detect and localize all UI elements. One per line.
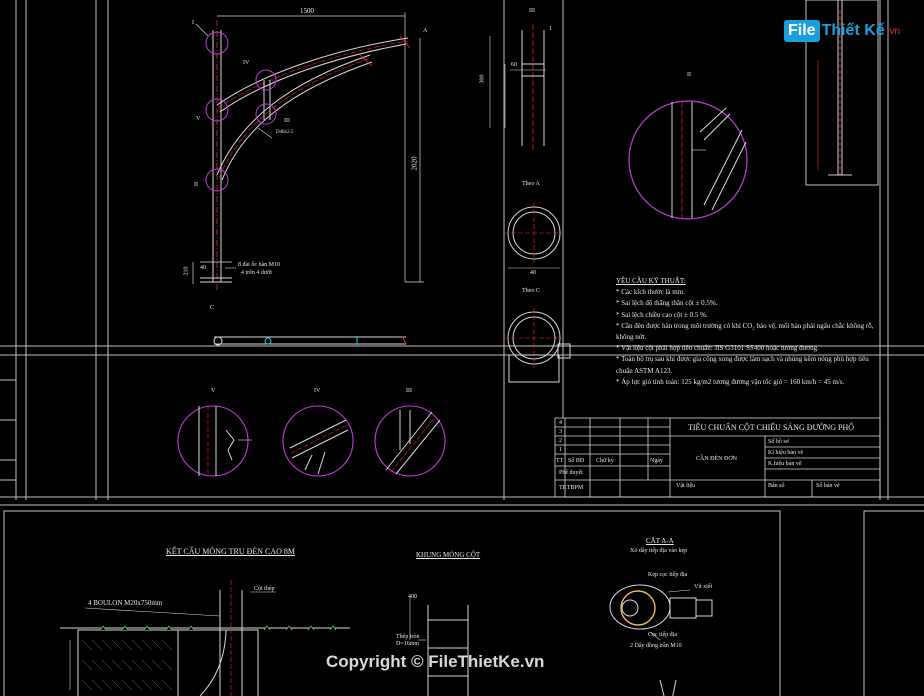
notes-line: chuẩn ASTM A123. bbox=[616, 366, 673, 375]
title-block-main: TIÊU CHUẨN CỘT CHIẾU SÁNG ĐƯỜNG PHỐ bbox=[688, 423, 855, 432]
detail-v-label: V bbox=[211, 388, 216, 394]
label-iii: III bbox=[284, 118, 290, 124]
theo-a-label: Theo A bbox=[522, 181, 540, 187]
label-v: V bbox=[196, 116, 201, 122]
col-ngay: Ngày bbox=[650, 458, 663, 464]
technical-requirements: YÊU CẦU KỸ THUẬT: * Các kích thước là mm… bbox=[616, 276, 878, 388]
notes-line: không nứt. bbox=[616, 333, 647, 342]
cut-aa-vit-xiet: Vít xiết bbox=[694, 584, 713, 590]
label-c: C bbox=[210, 305, 215, 311]
logo-text: Thiết Kế bbox=[821, 22, 885, 39]
logo-file-box: File bbox=[784, 20, 820, 42]
dim-width: 1500 bbox=[300, 7, 314, 15]
notes-line: * Sai lệch chiều cao cột ± 0.5 %. bbox=[616, 310, 708, 319]
dim-40: 40 bbox=[200, 265, 206, 271]
theo-c-label: Theo C bbox=[522, 288, 540, 294]
copyright-watermark: Copyright © FileThietKe.vn bbox=[326, 652, 545, 671]
logo-domain: .vn bbox=[886, 25, 901, 37]
cut-aa-kep-coc: Kẹp cọc tiếp địa bbox=[648, 572, 688, 578]
detail-iii-dim-300: 300 bbox=[479, 74, 486, 84]
so-ban-ve: Số bản vẽ bbox=[816, 483, 840, 489]
khung-thep-tron: Thép tròn bbox=[396, 634, 420, 640]
row-num-2: 2 bbox=[559, 438, 562, 444]
dim-base: 210 bbox=[183, 266, 190, 276]
detail-ii-label: II bbox=[687, 72, 691, 78]
label-ii: II bbox=[194, 182, 198, 188]
notes-line: * Các kích thước là mm. bbox=[616, 288, 685, 297]
label-iv: IV bbox=[243, 60, 250, 66]
detail-iii-label-1: 1 bbox=[549, 26, 552, 32]
bolt-note-1: 8 đai ốc hàn M10 bbox=[238, 262, 280, 268]
label-a: A bbox=[423, 28, 428, 34]
notes-line: * Áp lực gió tính toán: 125 kg/m2 tương … bbox=[616, 377, 845, 386]
detail-iii-title: III bbox=[529, 8, 535, 14]
detail-iv-label: IV bbox=[314, 388, 321, 394]
phe-duyet: Phê duyệt bbox=[559, 470, 583, 476]
title-block-sub: CẦN ĐÈN ĐƠN bbox=[696, 456, 737, 462]
tp-tbpm: TP.TBPM bbox=[559, 485, 584, 491]
khung-dim-400: 400 bbox=[408, 594, 417, 600]
detail-iii-dim-60: 60 bbox=[511, 62, 517, 68]
notes-line: * Cần đèn được hàn trong môi trường có k… bbox=[616, 321, 874, 330]
row-num-1: 1 bbox=[559, 447, 562, 453]
theo-a-dim: 40 bbox=[530, 270, 536, 276]
bolt-note-2: 4 trên 4 dưới bbox=[241, 270, 272, 276]
col-chu-ky: Chữ ký bbox=[596, 458, 614, 464]
foundation-col-thep: Cột thép bbox=[254, 586, 275, 592]
foundation-bolt-label: 4 BOULON M20x750mm bbox=[88, 599, 163, 607]
row-num-3: 3 bbox=[559, 429, 562, 435]
detail-iii-small-label: III bbox=[406, 388, 412, 394]
dim-height: 2020 bbox=[410, 156, 419, 171]
col-so-bo: Số BĐ bbox=[568, 458, 585, 464]
label-i: I bbox=[192, 20, 194, 26]
notes-line: * Toàn bộ trụ sau khi được gia công xong… bbox=[616, 355, 869, 364]
notes-title: YÊU CẦU KỸ THUẬT: bbox=[616, 277, 686, 285]
foundation-title: KẾT CẤU MÓNG TRỤ ĐÈN CAO 8M bbox=[166, 547, 296, 556]
cut-aa-coc-tiep-dia: Cọc tiếp địa bbox=[648, 632, 677, 638]
col-tt: TT bbox=[556, 458, 564, 464]
cut-aa-title: CẮT A-A bbox=[646, 537, 674, 545]
so-ho-so: Số hồ sơ bbox=[768, 439, 789, 445]
small-dim: D48x2.5 bbox=[276, 130, 294, 135]
row-num-4: 4 bbox=[559, 420, 562, 426]
cut-aa-subtitle: Xỏ dây tiếp địa vào kẹp bbox=[630, 548, 688, 554]
khung-title: KHUNG MÓNG CỘT bbox=[416, 551, 481, 559]
cut-aa-day-dong: 2 Dây đồng trần M10 bbox=[630, 643, 682, 649]
ban-so: Bản số bbox=[768, 483, 785, 489]
vat-lieu: Vật liệu bbox=[676, 483, 696, 489]
cad-drawing-canvas: File Thiết Kế .vn 1500 2020 210 40 8 đai… bbox=[0, 0, 924, 696]
ki-hieu-ban-ve: Kí hiệu bản vẽ bbox=[768, 450, 804, 456]
notes-line: * Vật liệu cột phải hợp tiêu chuẩn: JIS … bbox=[616, 344, 819, 353]
khung-d-label: D=16mm bbox=[396, 641, 420, 647]
notes-line: * Sai lệch độ thẳng thân cột ± 0.5%. bbox=[616, 299, 718, 308]
filethietke-logo: File Thiết Kế .vn bbox=[784, 16, 900, 46]
ki-hieu-ban-ve-2: K.hiệu bản vẽ bbox=[768, 461, 802, 467]
